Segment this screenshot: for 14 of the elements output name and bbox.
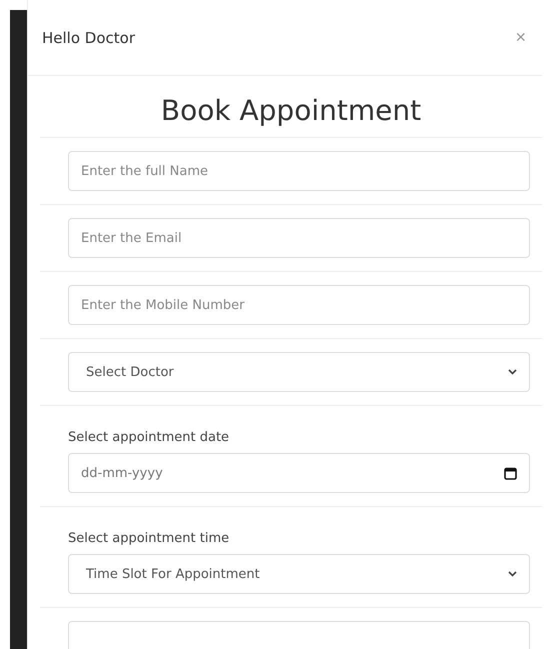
select-field[interactable]: Time Slot For Appointment — [68, 554, 530, 594]
date-field[interactable]: dd-mm-yyyy — [68, 453, 530, 493]
input-field[interactable]: Enter the full Name — [68, 151, 530, 191]
input-field[interactable]: Enter the Mobile Number — [68, 285, 530, 325]
field-label: Select appointment date — [68, 430, 230, 445]
chevron-icon — [508, 571, 517, 577]
chevron-icon — [508, 369, 517, 375]
input-field[interactable] — [68, 621, 530, 649]
field-label: Select appointment time — [68, 531, 230, 546]
select-field[interactable]: Select Doctor — [68, 352, 530, 392]
input-field[interactable]: Enter the Email — [68, 218, 530, 258]
calendar-icon — [504, 466, 517, 480]
form-heading: Book Appointment — [40, 76, 542, 138]
modal-title: Hello Doctor — [42, 28, 135, 46]
